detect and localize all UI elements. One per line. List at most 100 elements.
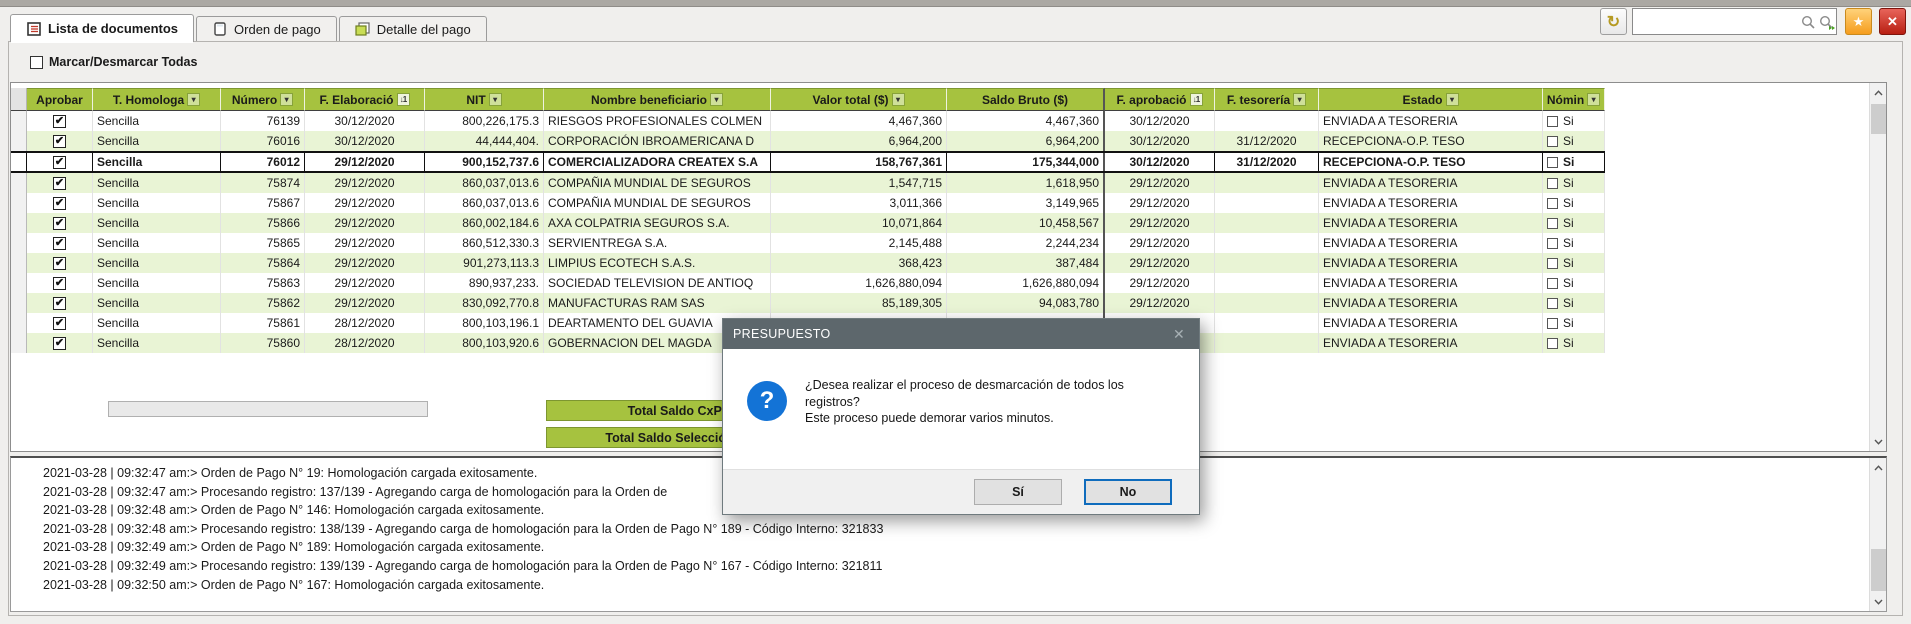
table-row[interactable]: ✔Sencilla7586229/12/2020830,092,770.8MAN… [11,293,1605,313]
table-row[interactable]: ✔Sencilla7586329/12/2020890,937,233.SOCI… [11,273,1605,293]
yes-button[interactable]: Sí [974,479,1062,505]
column-header-homologa[interactable]: T. Homologa▾ [93,88,221,111]
column-header-estado[interactable]: Estado▾ [1319,88,1543,111]
filter-dropdown-icon[interactable]: ▾ [892,93,905,106]
aprobar-checkbox[interactable]: ✔ [53,277,66,290]
aprobar-checkbox[interactable]: ✔ [53,177,66,190]
filter-dropdown-icon[interactable]: ▾ [187,93,200,106]
column-header-f_aprobacion[interactable]: F. aprobació↓1 [1105,88,1215,111]
log-scrollbar[interactable] [1869,458,1886,611]
filter-dropdown-icon[interactable]: ▾ [280,93,293,106]
row-selector[interactable] [11,131,27,151]
column-header-aprobar[interactable]: Aprobar [27,88,93,111]
table-scroll-thumb[interactable] [1871,104,1886,134]
scroll-down-icon[interactable] [1870,433,1887,450]
aprobar-checkbox[interactable]: ✔ [53,297,66,310]
nomina-checkbox[interactable] [1547,157,1558,168]
table-row[interactable]: ✔Sencilla7601229/12/2020900,152,737.6COM… [11,151,1605,173]
nomina-checkbox[interactable] [1547,218,1558,229]
table-row[interactable]: ✔Sencilla7586529/12/2020860,512,330.3SER… [11,233,1605,253]
nomina-checkbox[interactable] [1547,278,1558,289]
aprobar-checkbox[interactable]: ✔ [53,257,66,270]
nomina-checkbox[interactable] [1547,298,1558,309]
table-row[interactable]: ✔Sencilla7613930/12/2020800,226,175.3RIE… [11,111,1605,131]
cell-f_elaboracion: 29/12/2020 [305,213,425,233]
nomina-checkbox[interactable] [1547,238,1558,249]
cell-aprobar: ✔ [27,333,93,353]
row-selector[interactable] [11,213,27,233]
filter-dropdown-icon[interactable]: ▾ [710,93,723,106]
nomina-checkbox[interactable] [1547,116,1558,127]
scroll-up-icon[interactable] [1870,84,1887,101]
log-line: 2021-03-28 | 09:32:49 am:> Orden de Pago… [11,538,1886,557]
column-header-f_tesoreria[interactable]: F. tesorería▾ [1215,88,1319,111]
aprobar-checkbox[interactable]: ✔ [53,317,66,330]
column-header-numero[interactable]: Número▾ [221,88,305,111]
dialog-title-bar[interactable]: PRESUPUESTO ✕ [723,319,1199,349]
dialog-close-icon[interactable]: ✕ [1169,326,1189,343]
cell-nombre: LIMPIUS ECOTECH S.A.S. [544,253,771,273]
table-row[interactable]: ✔Sencilla7586629/12/2020860,002,184.6AXA… [11,213,1605,233]
log-scroll-up-icon[interactable] [1870,459,1887,476]
aprobar-checkbox[interactable]: ✔ [53,156,66,169]
log-scroll-thumb[interactable] [1871,549,1886,591]
aprobar-checkbox[interactable]: ✔ [53,135,66,148]
cell-homologa: Sencilla [93,233,221,253]
row-selector[interactable] [11,273,27,293]
log-scroll-down-icon[interactable] [1870,593,1887,610]
row-selector[interactable] [11,293,27,313]
nomina-checkbox[interactable] [1547,318,1558,329]
row-selector[interactable] [11,233,27,253]
aprobar-checkbox[interactable]: ✔ [53,237,66,250]
nomina-checkbox[interactable] [1547,338,1558,349]
table-row[interactable]: ✔Sencilla7587429/12/2020860,037,013.6COM… [11,173,1605,193]
column-header-valor[interactable]: Valor total ($)▾ [771,88,947,111]
sort-icon[interactable]: ↓1 [397,93,410,106]
row-selector[interactable] [11,253,27,273]
cell-estado: RECEPCIONA-O.P. TESO [1319,153,1543,171]
aprobar-checkbox[interactable]: ✔ [53,217,66,230]
row-selector[interactable] [11,313,27,333]
magnifier-icon[interactable] [1801,15,1816,35]
magnifier-next-icon[interactable] [1819,15,1836,36]
filter-dropdown-icon[interactable]: ▾ [489,93,502,106]
table-row[interactable]: ✔Sencilla7601630/12/202044,444,404.CORPO… [11,131,1605,151]
aprobar-checkbox[interactable]: ✔ [53,197,66,210]
refresh-button[interactable]: ↻ [1600,8,1627,35]
close-button[interactable]: ✕ [1879,8,1906,35]
row-selector[interactable] [11,333,27,353]
column-header-saldo[interactable]: Saldo Bruto ($) [947,88,1105,111]
nomina-checkbox[interactable] [1547,136,1558,147]
row-selector[interactable] [11,111,27,131]
nomina-checkbox[interactable] [1547,178,1558,189]
column-header-nombre[interactable]: Nombre beneficiario▾ [544,88,771,111]
aprobar-checkbox[interactable]: ✔ [53,115,66,128]
column-header-f_elaboracion[interactable]: F. Elaboració↓1 [305,88,425,111]
cell-f_tesoreria: 31/12/2020 [1215,153,1319,171]
table-scrollbar[interactable] [1869,83,1886,451]
filter-dropdown-icon[interactable]: ▾ [1446,93,1459,106]
sort-icon[interactable]: ↓1 [1190,93,1203,106]
filter-dropdown-icon[interactable]: ▾ [1293,93,1306,106]
nomina-checkbox[interactable] [1547,258,1558,269]
cell-numero: 75864 [221,253,305,273]
cell-homologa: Sencilla [93,173,221,193]
tab-label: Detalle del pago [377,22,471,37]
row-selector[interactable] [11,193,27,213]
table-row[interactable]: ✔Sencilla7586729/12/2020860,037,013.6COM… [11,193,1605,213]
nomina-checkbox[interactable] [1547,198,1558,209]
row-selector[interactable] [11,173,27,193]
column-header-nomina[interactable]: Nómin▾ [1543,88,1605,111]
column-header-nit[interactable]: NIT▾ [425,88,544,111]
select-all-checkbox[interactable] [30,56,43,69]
no-button[interactable]: No [1084,479,1172,505]
tab-lista-de-documentos[interactable]: Lista de documentos [10,14,194,42]
filter-dropdown-icon[interactable]: ▾ [1587,93,1600,106]
table-row[interactable]: ✔Sencilla7586429/12/2020901,273,113.3LIM… [11,253,1605,273]
aprobar-checkbox[interactable]: ✔ [53,337,66,350]
tab-detalle-del-pago[interactable]: Detalle del pago [339,16,487,41]
row-selector[interactable] [11,153,27,171]
star-button[interactable]: ★ [1845,8,1872,35]
tab-orden-de-pago[interactable]: Orden de pago [196,16,337,41]
search-input[interactable] [1636,11,1796,32]
